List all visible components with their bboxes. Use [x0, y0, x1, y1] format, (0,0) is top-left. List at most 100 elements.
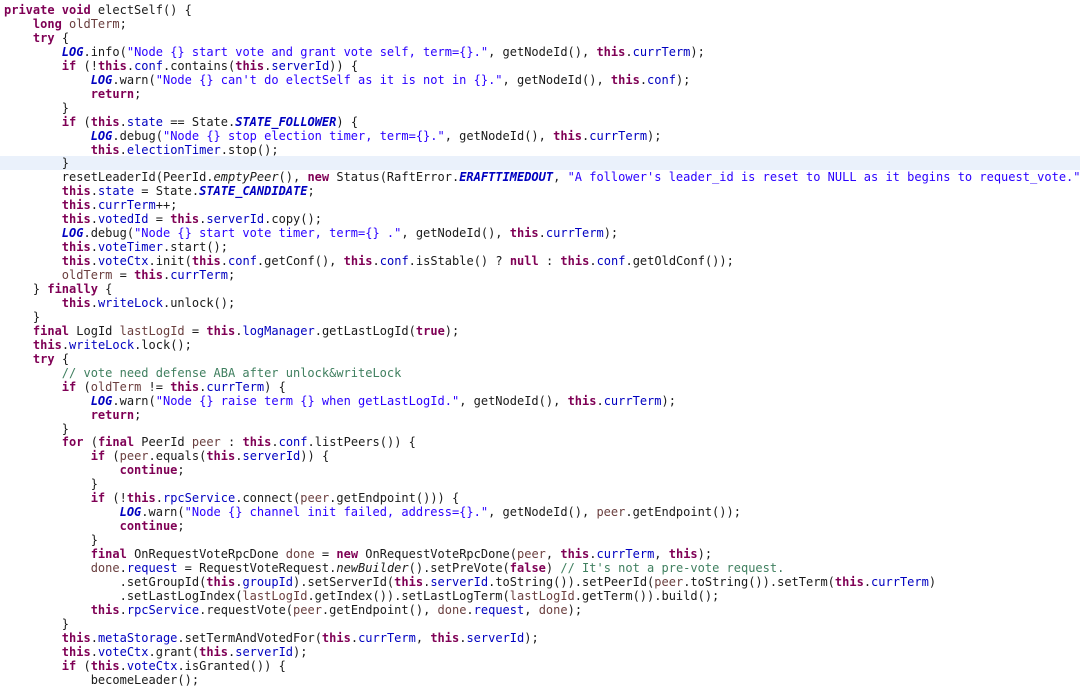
code-token: currTerm	[871, 574, 929, 589]
code-token: groupId	[242, 574, 294, 589]
code-line[interactable]: this.currTerm++;	[0, 198, 1080, 212]
code-line[interactable]: }	[0, 477, 1080, 491]
code-token: this	[61, 630, 91, 645]
code-token: OnRequestVoteRpcDone(	[365, 547, 517, 562]
code-token: }	[4, 282, 48, 296]
code-token: ,	[654, 547, 669, 562]
code-token: .	[538, 226, 546, 241]
code-token: this	[206, 323, 236, 338]
code-token: }	[4, 616, 70, 631]
code-token: , getNodeId(),	[488, 505, 597, 520]
code-line[interactable]: final LogId lastLogId = this.logManager.…	[0, 324, 1080, 338]
code-line[interactable]: this.metaStorage.setTermAndVotedFor(this…	[0, 631, 1080, 645]
code-line[interactable]: LOG.debug("Node {} start vote timer, ter…	[0, 226, 1080, 240]
code-line[interactable]: this.rpcService.requestVote(peer.getEndp…	[0, 603, 1080, 617]
code-token: :	[538, 254, 561, 269]
code-token: LOG	[90, 72, 113, 87]
code-line[interactable]: } finally {	[0, 282, 1080, 296]
code-token: .getTerm()).build();	[574, 588, 720, 603]
code-line[interactable]: if (!this.conf.contains(this.serverId)) …	[0, 59, 1080, 73]
code-line[interactable]: }	[0, 101, 1080, 115]
code-line[interactable]: becomeLeader();	[0, 673, 1080, 687]
code-token: this	[610, 72, 640, 87]
code-line[interactable]: LOG.info("Node {} start vote and grant v…	[0, 45, 1080, 59]
code-token: conf	[134, 58, 163, 73]
code-line[interactable]: private void electSelf() {	[0, 3, 1080, 17]
code-line[interactable]: LOG.warn("Node {} can't do electSelf as …	[0, 73, 1080, 87]
code-line[interactable]: LOG.warn("Node {} raise term {} when get…	[0, 394, 1080, 408]
code-token: ,	[524, 602, 539, 617]
code-editor[interactable]: private void electSelf() { long oldTerm;…	[0, 0, 1080, 689]
code-token: );	[675, 72, 691, 87]
code-line[interactable]: this.voteTimer.start();	[0, 240, 1080, 254]
code-line[interactable]: return;	[0, 87, 1080, 101]
code-token: peer	[119, 449, 149, 464]
code-line[interactable]: continue;	[0, 519, 1080, 533]
code-token: "Node {} start vote and grant vote self,…	[126, 44, 489, 59]
code-token: STATE_FOLLOWER	[235, 114, 337, 129]
code-token: try	[32, 30, 62, 45]
code-line[interactable]: for (final PeerId peer : this.conf.listP…	[0, 435, 1080, 449]
code-line[interactable]: resetLeaderId(PeerId.emptyPeer(), new St…	[0, 170, 1080, 184]
code-token: =	[184, 323, 207, 338]
code-line[interactable]: .setGroupId(this.groupId).setServerId(th…	[0, 575, 1080, 589]
code-line[interactable]: this.electionTimer.stop();	[0, 143, 1080, 157]
code-line[interactable]: final OnRequestVoteRpcDone done = new On…	[0, 547, 1080, 561]
code-token: this	[235, 58, 265, 73]
code-line[interactable]: }	[0, 310, 1080, 324]
code-token: }	[4, 156, 70, 171]
code-line[interactable]: if (peer.equals(this.serverId)) {	[0, 449, 1080, 463]
code-token: , getNodeId(),	[459, 393, 568, 408]
code-token: final	[90, 547, 135, 562]
code-token: electSelf() {	[97, 3, 192, 17]
code-line[interactable]: // vote need defense ABA after unlock&wr…	[0, 366, 1080, 380]
code-line[interactable]: }	[0, 533, 1080, 547]
code-token: .toString()).setPeerId(	[488, 574, 655, 589]
code-token: oldTerm	[90, 379, 142, 394]
code-line[interactable]: LOG.debug("Node {} stop election timer, …	[0, 129, 1080, 143]
code-line[interactable]: .setLastLogIndex(lastLogId.getIndex()).s…	[0, 589, 1080, 603]
code-token: this	[90, 602, 120, 617]
code-line[interactable]: }	[0, 422, 1080, 436]
code-line[interactable]: continue;	[0, 463, 1080, 477]
code-line[interactable]: LOG.warn("Node {} channel init failed, a…	[0, 505, 1080, 519]
code-token: continue	[119, 519, 178, 534]
code-token: serverId	[235, 644, 294, 659]
code-line[interactable]: this.writeLock.lock();	[0, 338, 1080, 352]
code-line[interactable]: this.voteCtx.init(this.conf.getConf(), t…	[0, 254, 1080, 268]
code-line[interactable]: return;	[0, 408, 1080, 422]
code-token: this	[553, 128, 583, 143]
code-line[interactable]: if (this.state == State.STATE_FOLLOWER) …	[0, 115, 1080, 129]
code-line[interactable]: oldTerm = this.currTerm;	[0, 268, 1080, 282]
code-token: == State.	[162, 114, 236, 129]
code-token: );	[603, 226, 619, 241]
code-line[interactable]: if (oldTerm != this.currTerm) {	[0, 380, 1080, 394]
code-token: .equals(	[148, 449, 207, 464]
code-line[interactable]: try {	[0, 352, 1080, 366]
code-line[interactable]: if (!this.rpcService.connect(peer.getEnd…	[0, 491, 1080, 505]
code-line[interactable]: }	[0, 617, 1080, 631]
code-token: conf	[278, 435, 308, 450]
code-token: ++;	[155, 198, 178, 213]
code-line[interactable]: this.voteCtx.grant(this.serverId);	[0, 645, 1080, 659]
code-line[interactable]: this.state = State.STATE_CANDIDATE;	[0, 184, 1080, 198]
code-token: (!	[112, 491, 127, 506]
code-line[interactable]: done.request = RequestVoteRequest.newBui…	[0, 561, 1080, 575]
code-line[interactable]: long oldTerm;	[0, 17, 1080, 31]
code-token: false	[509, 561, 546, 575]
code-line[interactable]: this.writeLock.unlock();	[0, 296, 1080, 310]
code-line[interactable]: try {	[0, 31, 1080, 45]
code-token: = State.	[134, 184, 200, 199]
code-line[interactable]: }	[0, 156, 1080, 171]
code-line[interactable]: this.votedId = this.serverId.copy();	[0, 212, 1080, 226]
code-line[interactable]: if (this.voteCtx.isGranted()) {	[0, 659, 1080, 673]
code-token: resetLeaderId(PeerId.	[4, 170, 214, 185]
code-token: );	[293, 644, 308, 659]
